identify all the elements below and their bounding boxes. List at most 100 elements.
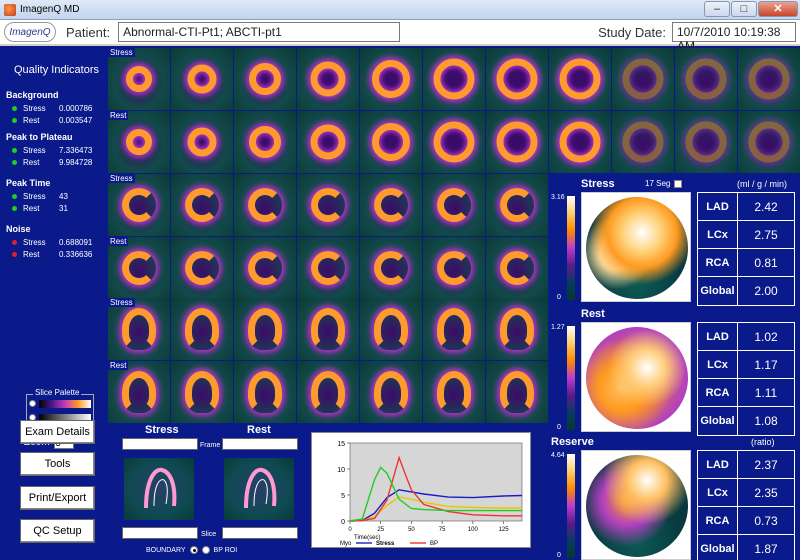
slice-thumbnail[interactable]	[423, 174, 485, 236]
bottom-stress-title: Stress	[145, 424, 179, 436]
close-button[interactable]: ✕	[758, 1, 798, 17]
myocardium-shape	[748, 121, 790, 163]
slice-label: Slice	[201, 531, 217, 538]
slice-thumbnail[interactable]	[486, 174, 548, 236]
slice-thumbnail[interactable]	[360, 174, 422, 236]
y-tick-label: 15	[337, 441, 345, 448]
quality-row: Rest 0.336636	[6, 248, 92, 260]
slice-thumbnail[interactable]	[297, 111, 359, 173]
polar-map-image	[586, 197, 688, 299]
slice-thumbnail[interactable]	[234, 174, 296, 236]
slice-thumbnail[interactable]	[360, 237, 422, 299]
values-row: RCA 0.73	[698, 507, 794, 535]
maximize-button[interactable]: □	[731, 1, 757, 17]
myocardium-shape	[496, 58, 538, 100]
slice-thumbnail[interactable]	[171, 48, 233, 110]
color-scale-max: 3.16	[551, 194, 565, 201]
myocardium-shape	[185, 188, 219, 222]
slice-thumbnail[interactable]	[171, 111, 233, 173]
myocardium-shape	[122, 251, 156, 285]
slice-thumbnail[interactable]	[234, 237, 296, 299]
slice-thumbnail[interactable]	[549, 48, 611, 110]
slice-thumbnail[interactable]	[738, 48, 800, 110]
slice-thumbnail[interactable]: Rest	[108, 237, 170, 299]
patient-field[interactable]: Abnormal-CTI-Pt1; ABCTI-pt1	[118, 22, 401, 42]
slice-thumbnail[interactable]	[297, 237, 359, 299]
slice-thumbnail[interactable]	[423, 48, 485, 110]
polar-maps-panel: 17 Seg Stress (ml / g / min) 3.16 0 LAD 2.42 L…	[545, 178, 800, 560]
slice-thumbnail[interactable]	[675, 111, 737, 173]
slice-thumbnail[interactable]	[738, 111, 800, 173]
exam-details-button[interactable]: Exam Details	[20, 420, 95, 444]
slice-thumbnail[interactable]	[423, 237, 485, 299]
slice-thumbnail[interactable]	[171, 237, 233, 299]
slice-thumbnail[interactable]	[360, 48, 422, 110]
quality-group-heading: Background	[6, 90, 59, 100]
reserve-polar-map[interactable]	[581, 450, 691, 560]
bp-roi-radio[interactable]	[201, 546, 210, 554]
boundary-radio[interactable]	[189, 546, 198, 554]
myocardium-shape	[126, 66, 152, 92]
slice-row: Rest	[108, 111, 800, 173]
overlay-mode-group: BOUNDARY BP ROI	[146, 546, 237, 554]
slice-thumbnail[interactable]	[360, 111, 422, 173]
territory-value: 2.42	[754, 199, 778, 214]
values-row: LCx 2.35	[698, 479, 794, 507]
rest-map-title: Rest	[581, 308, 605, 320]
status-dot-icon	[12, 193, 17, 199]
territory-name: LCx	[698, 221, 738, 248]
slice-thumbnail[interactable]	[675, 48, 737, 110]
territory-value: 2.35	[754, 485, 778, 500]
slice-thumbnail[interactable]	[612, 111, 674, 173]
slice-thumbnail[interactable]	[486, 237, 548, 299]
slice-thumbnail[interactable]	[612, 48, 674, 110]
slice-thumbnail[interactable]	[297, 174, 359, 236]
slice-thumbnail[interactable]	[423, 111, 485, 173]
stress-frame-slider[interactable]	[122, 438, 198, 450]
slice-thumbnail[interactable]	[486, 111, 548, 173]
slice-thumbnail[interactable]	[234, 48, 296, 110]
slice-thumbnail[interactable]	[234, 361, 296, 423]
slice-thumbnail[interactable]	[486, 298, 548, 360]
slice-thumbnail[interactable]	[423, 361, 485, 423]
slice-thumbnail[interactable]: Stress	[108, 48, 170, 110]
slice-thumbnail[interactable]	[486, 361, 548, 423]
slice-thumbnail[interactable]: Rest	[108, 361, 170, 423]
quality-row: Stress 7.336473	[6, 144, 92, 156]
slice-thumbnail[interactable]	[486, 48, 548, 110]
stress-polar-map[interactable]	[581, 192, 691, 302]
rest-slice-slider[interactable]	[222, 527, 298, 539]
slice-thumbnail[interactable]: Stress	[108, 298, 170, 360]
palette-color-radio[interactable]	[29, 400, 36, 407]
slice-thumbnail[interactable]	[297, 48, 359, 110]
app-icon	[4, 3, 16, 16]
slice-thumbnail[interactable]	[423, 298, 485, 360]
slice-thumbnail[interactable]: Rest	[108, 111, 170, 173]
reserve-values-table: LAD 2.37 LCx 2.35 RCA 0.73 Global 1.87	[697, 450, 795, 560]
slice-thumbnail[interactable]	[360, 298, 422, 360]
quality-group-heading: Peak Time	[6, 178, 51, 188]
slice-thumbnail[interactable]: Stress	[108, 174, 170, 236]
rest-polar-map[interactable]	[581, 322, 691, 432]
qc-setup-button[interactable]: QC Setup	[20, 519, 95, 543]
slice-thumbnail[interactable]	[360, 361, 422, 423]
stress-slice-slider[interactable]	[122, 527, 198, 539]
slice-thumbnail[interactable]	[297, 298, 359, 360]
slice-thumbnail[interactable]	[549, 111, 611, 173]
minimize-button[interactable]: –	[704, 1, 730, 17]
patient-label: Patient:	[66, 24, 111, 40]
tools-button[interactable]: Tools	[20, 452, 95, 476]
slice-thumbnail[interactable]	[297, 361, 359, 423]
study-date-field[interactable]: 10/7/2010 10:19:38 AM	[672, 22, 796, 53]
slice-thumbnail[interactable]	[171, 298, 233, 360]
slice-thumbnail[interactable]	[171, 174, 233, 236]
territory-name: LAD	[698, 451, 738, 478]
boundary-label: BOUNDARY	[146, 546, 186, 554]
rest-frame-slider[interactable]	[222, 438, 298, 450]
territory-name: RCA	[698, 507, 738, 534]
slice-thumbnail[interactable]	[171, 361, 233, 423]
slice-thumbnail[interactable]	[234, 298, 296, 360]
polar-map-image	[586, 327, 688, 429]
print-export-button[interactable]: Print/Export	[20, 486, 95, 510]
slice-thumbnail[interactable]	[234, 111, 296, 173]
